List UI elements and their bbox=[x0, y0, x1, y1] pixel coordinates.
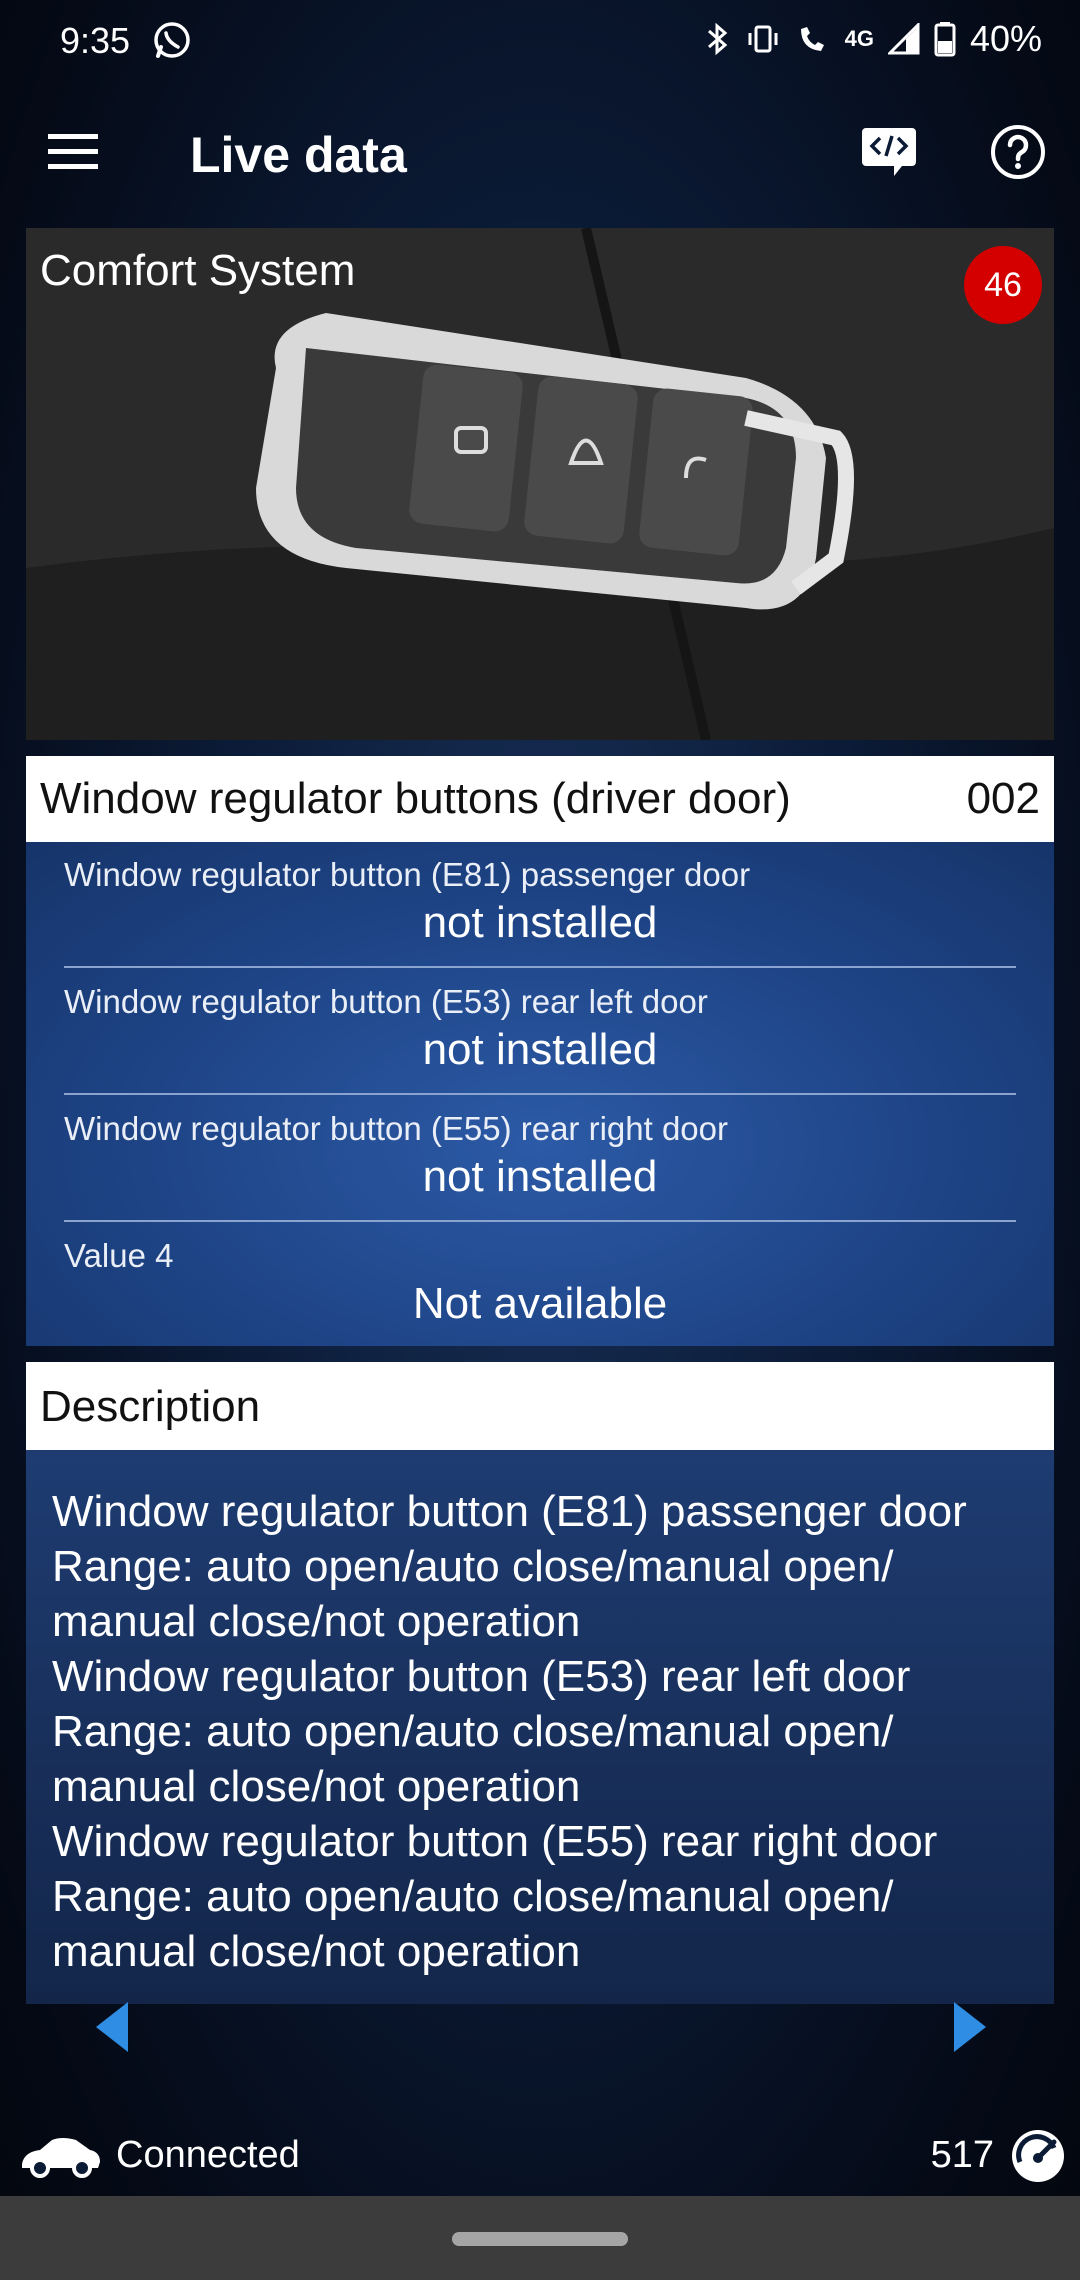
description-title: Description bbox=[40, 1382, 261, 1431]
value-reading: not installed bbox=[422, 898, 658, 947]
value-reading: not installed bbox=[422, 1025, 658, 1074]
code-icon[interactable] bbox=[860, 124, 918, 178]
connection-bar: Connected 517 bbox=[0, 2120, 1080, 2194]
value-row: Window regulator button (E53) rear left … bbox=[64, 969, 1016, 1095]
car-icon bbox=[22, 2138, 100, 2178]
value-label: Value 4 bbox=[64, 1237, 174, 1274]
description-body: Window regulator button (E81) passenger … bbox=[26, 1450, 1054, 2004]
vibrate-icon bbox=[748, 25, 778, 53]
description-text: Window regulator button (E81) passenger … bbox=[52, 1487, 967, 1976]
module-image-card: Comfort System 46 bbox=[26, 228, 1054, 740]
app-bar: Live data bbox=[0, 84, 1080, 226]
battery-icon bbox=[934, 22, 956, 57]
sample-count: 517 bbox=[930, 2134, 994, 2176]
menu-icon[interactable] bbox=[48, 132, 98, 172]
previous-group-arrow-icon[interactable] bbox=[92, 2000, 132, 2054]
bluetooth-icon bbox=[707, 22, 727, 56]
divider bbox=[64, 1220, 1016, 1222]
divider bbox=[64, 1093, 1016, 1095]
home-gesture-handle[interactable] bbox=[452, 2232, 628, 2246]
group-values: Window regulator button (E81) passenger … bbox=[26, 842, 1054, 1346]
signal-icon bbox=[887, 23, 920, 55]
connection-status: Connected bbox=[116, 2134, 300, 2176]
value-label: Window regulator button (E55) rear right… bbox=[64, 1110, 728, 1147]
status-bar: 9:35 4G 40% bbox=[0, 0, 1080, 84]
group-title: Window regulator buttons (driver door) bbox=[40, 774, 791, 823]
value-row: Value 4 Not available bbox=[64, 1223, 1016, 1349]
value-row: Window regulator button (E55) rear right… bbox=[64, 1096, 1016, 1222]
value-row: Window regulator button (E81) passenger … bbox=[64, 842, 1016, 968]
wifi-call-icon bbox=[800, 27, 824, 51]
value-reading: not installed bbox=[422, 1152, 658, 1201]
page-title: Live data bbox=[190, 127, 407, 183]
group-number: 002 bbox=[966, 774, 1040, 823]
network-type: 4G bbox=[844, 26, 874, 51]
speedometer-icon[interactable] bbox=[1010, 2128, 1066, 2184]
module-address-badge: 46 bbox=[964, 246, 1042, 324]
car-key-image bbox=[26, 228, 1054, 740]
group-header: Window regulator buttons (driver door) 0… bbox=[26, 756, 1054, 842]
whatsapp-icon bbox=[154, 22, 190, 58]
description-header: Description bbox=[26, 1362, 1054, 1450]
value-reading: Not available bbox=[412, 1279, 668, 1328]
module-name: Comfort System bbox=[40, 246, 356, 295]
status-icons: 4G 40% bbox=[705, 18, 1042, 60]
system-navigation-bar bbox=[0, 2196, 1080, 2280]
next-group-arrow-icon[interactable] bbox=[950, 2000, 990, 2054]
battery-percent: 40% bbox=[969, 18, 1042, 59]
status-time: 9:35 bbox=[60, 20, 131, 61]
value-label: Window regulator button (E53) rear left … bbox=[64, 983, 708, 1020]
value-label: Window regulator button (E81) passenger … bbox=[64, 856, 751, 893]
help-icon[interactable] bbox=[990, 124, 1046, 180]
divider bbox=[64, 966, 1016, 968]
